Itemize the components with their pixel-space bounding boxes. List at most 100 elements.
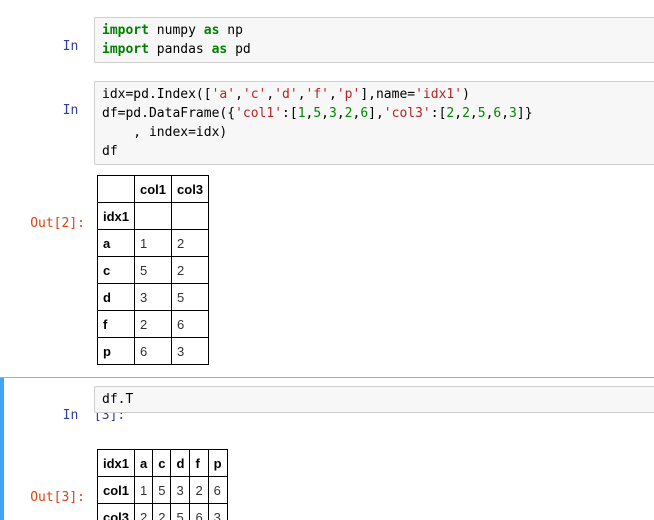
table-data-cell: 3: [171, 337, 210, 365]
table-header-cell: a: [96, 229, 136, 257]
table-data-cell: 3: [134, 283, 173, 311]
code-line: df: [102, 142, 651, 161]
table-header-cell: idx1: [96, 202, 136, 230]
dataframe-table: idx1 a c d f p col1 1 5 3 2 6 col3 2 2 5 6 3: [96, 449, 228, 520]
table-header-cell: d: [96, 283, 136, 311]
output-area: idx1 a c d f p col1 1 5 3 2 6 col3 2 2 5 6 3: [94, 449, 228, 520]
code-cell-2[interactable]: In [2]: idx=pd.Index(['a','c','d','f','p…: [0, 81, 654, 365]
table-data-cell: 5: [152, 476, 172, 504]
code-line: idx=pd.Index(['a','c','d','f','p'],name=…: [102, 85, 651, 104]
code-token: ,: [336, 106, 345, 121]
table-header-cell: a: [134, 449, 154, 477]
table-row: c52: [96, 256, 210, 284]
table-header-cell: p: [96, 337, 136, 365]
code-cell-3-selected[interactable]: In [3]: df.T Out[3]: idx1 a c d f p col1 1 5 3 2 6 c…: [0, 377, 654, 520]
code-token: df.T: [102, 392, 134, 407]
dataframe-table: col1 col3 idx1 a 1 2 c 5 2 d 3 5 f 2 6 p 6 3: [96, 175, 210, 365]
code-token: , index=idx): [102, 125, 228, 140]
code-token: 'c': [242, 87, 267, 102]
table-row: col3 2 2 5 6 3: [96, 503, 228, 520]
code-token: as: [203, 23, 220, 38]
table-row: f26: [96, 310, 210, 338]
code-token: 'f': [305, 87, 329, 102]
table-data-cell: 2: [152, 503, 172, 520]
input-prompt-area: In [2]:: [0, 81, 126, 136]
table-data-cell: 5: [170, 503, 191, 520]
table-header-cell: c: [152, 449, 172, 477]
table-data-cell: 1: [134, 476, 154, 504]
code-token: import: [102, 23, 149, 38]
code-token: 'col3': [383, 106, 431, 121]
code-token: import: [102, 42, 149, 57]
code-token: 5: [313, 106, 322, 121]
code-token: 5: [477, 106, 486, 121]
code-token: as: [211, 42, 228, 57]
code-token: 'a': [211, 87, 236, 102]
table-header-cell: d: [170, 449, 191, 477]
output-prompt-area: Out[2]:: [0, 175, 94, 266]
table-data-cell: 5: [134, 256, 173, 284]
table-data-cell: 6: [189, 503, 209, 520]
code-token: 'd': [274, 87, 298, 102]
code-line: import pandas as pd: [102, 40, 651, 59]
table-data-cell: 3: [207, 503, 228, 520]
table-data-cell: 6: [134, 337, 173, 365]
code-token: ],name=: [360, 87, 416, 102]
notebook: In [1]: import numpy as npimport pandas …: [0, 0, 654, 520]
code-token: ,: [469, 106, 478, 121]
code-token: pandas: [148, 42, 212, 57]
output-prompt: Out[2]:: [30, 216, 85, 231]
code-token: 6: [360, 106, 369, 121]
table-row: col1 col3: [96, 175, 210, 203]
code-token: :[: [430, 106, 447, 121]
table-row: p63: [96, 337, 210, 365]
code-editor[interactable]: idx=pd.Index(['a','c','d','f','p'],name=…: [94, 81, 654, 165]
code-token: ,: [321, 106, 329, 121]
table-data-cell: 6: [207, 476, 228, 504]
code-token: 'col1': [235, 106, 283, 121]
code-token: 'idx1': [415, 87, 463, 102]
code-editor[interactable]: df.T: [94, 386, 654, 413]
output-prompt-area: Out[3]:: [0, 449, 94, 520]
code-token: df: [102, 144, 118, 159]
table-header-cell: col3: [96, 503, 136, 520]
table-header-cell: f: [189, 449, 209, 477]
code-token: 1: [297, 106, 306, 121]
code-token: :[: [282, 106, 298, 121]
code-line: , index=idx): [102, 123, 651, 142]
table-data-cell: 1: [134, 229, 173, 257]
table-data-cell: 5: [171, 283, 210, 311]
code-line: import numpy as np: [102, 21, 651, 40]
code-token: ,: [329, 87, 337, 102]
table-data-cell: [171, 202, 210, 230]
output-prompt: Out[3]:: [30, 490, 85, 505]
table-row: a12: [96, 229, 210, 257]
table-row: col1 1 5 3 2 6: [96, 476, 228, 504]
code-line: df.T: [102, 390, 651, 409]
table-data-cell: 2: [134, 310, 173, 338]
code-token: ],: [368, 106, 384, 121]
code-token: 3: [329, 106, 337, 121]
code-line: df=pd.DataFrame({'col1':[1,5,3,2,6],'col…: [102, 104, 651, 123]
code-token: 3: [509, 106, 517, 121]
input-prompt-area: In [3]:: [0, 386, 126, 441]
code-token: ,: [501, 106, 510, 121]
table-data-cell: 2: [189, 476, 209, 504]
table-data-cell: 2: [171, 229, 210, 257]
table-data-cell: 2: [171, 256, 210, 284]
code-token: ): [462, 87, 470, 102]
input-prompt-area: In [1]:: [0, 17, 126, 72]
table-header-cell: col1: [134, 175, 173, 203]
output-area: col1 col3 idx1 a 1 2 c 5 2 d 3 5 f 2 6 p 6 3: [94, 175, 210, 365]
code-cell-1[interactable]: In [1]: import numpy as npimport pandas …: [0, 17, 654, 72]
code-token: ,: [235, 87, 243, 102]
table-data-cell: 3: [170, 476, 191, 504]
table-data-cell: [134, 202, 173, 230]
table-row: idx1: [96, 202, 210, 230]
code-editor[interactable]: import numpy as np import pandas as pd: [94, 17, 654, 63]
table-header-cell: col3: [171, 175, 210, 203]
table-header-cell: col1: [96, 476, 136, 504]
table-data-cell: 6: [171, 310, 210, 338]
code-token: idx=pd.Index([: [102, 87, 212, 102]
code-token: ]}: [516, 106, 533, 121]
